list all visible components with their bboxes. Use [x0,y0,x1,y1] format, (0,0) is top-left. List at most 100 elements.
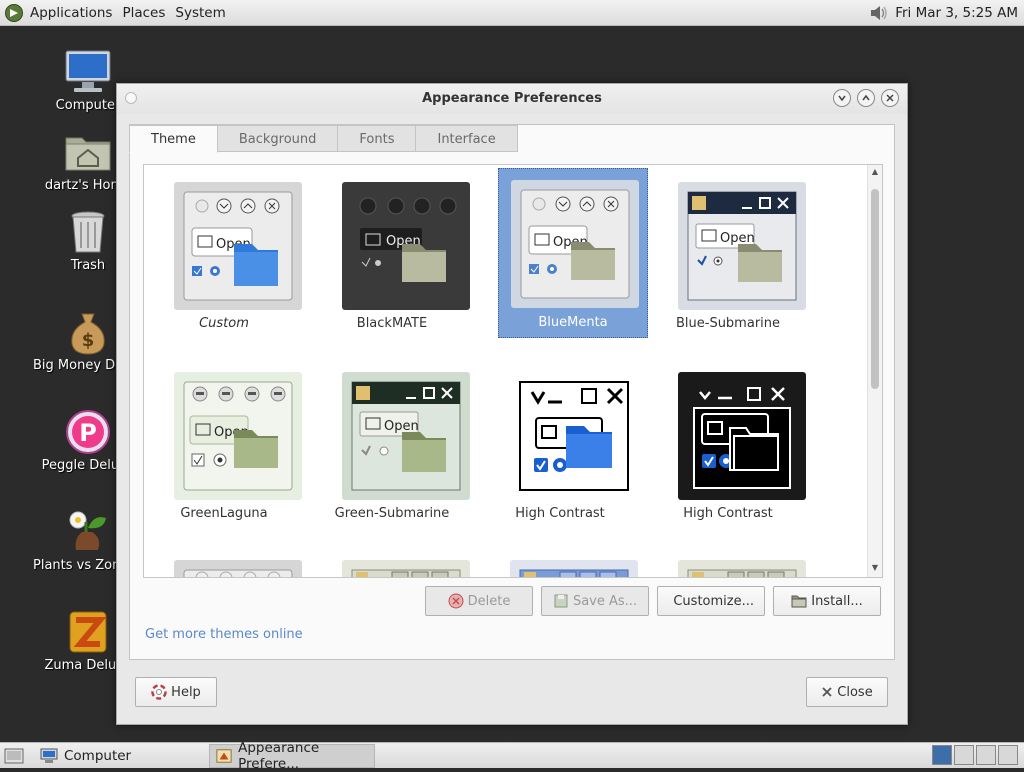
theme-name: BlueMenta [538,315,608,330]
minimize-button[interactable] [833,89,851,107]
theme-item-blackmate[interactable]: Open BlackMATE [317,170,470,340]
window-titlebar[interactable]: Appearance Preferences [117,84,907,114]
taskbar-label: Appearance Prefere... [238,739,320,772]
theme-item-green-submarine[interactable]: Open Green-Submarine [317,360,470,530]
appearance-icon [216,748,232,763]
theme-name: GreenLaguna [180,506,268,521]
maximize-button[interactable] [857,89,875,107]
window-controls [833,89,899,107]
theme-preview [510,560,638,577]
theme-preview [174,560,302,577]
workspace-2[interactable] [954,745,974,765]
save-as-button[interactable]: Save As... [541,586,649,616]
money-bag-icon: $ [71,313,105,355]
taskbar-label: Computer [64,747,132,764]
close-window-button[interactable] [881,89,899,107]
clock[interactable]: Fri Mar 3, 5:25 AM [895,5,1018,21]
scroll-down-arrow-icon[interactable]: ▼ [870,563,880,573]
theme-preview: Open [174,372,302,500]
close-icon [886,94,894,102]
theme-item-high-contrast-inverse[interactable]: High Contrast [653,360,806,530]
zuma-icon [69,611,107,653]
taskbar-item-appearance-preferences[interactable]: Appearance Prefere... [209,740,376,772]
theme-item-row3-4[interactable] [653,550,806,577]
workspace-3[interactable] [976,745,996,765]
chevron-up-icon [862,94,870,101]
theme-preview: Open [678,182,806,310]
delete-button[interactable]: Delete [425,586,533,616]
get-more-themes-link[interactable]: Get more themes online [145,627,303,642]
svg-text:$: $ [82,330,95,351]
svg-text:P: P [79,419,97,447]
theme-list[interactable]: Open Custom Open BlackMATE Open BlueMent… [143,164,883,578]
theme-name: Green-Submarine [334,506,450,521]
window-title: Appearance Preferences [422,91,602,106]
menu-system[interactable]: System [175,5,225,21]
home-folder-icon [65,137,111,171]
theme-name: Custom [199,316,249,331]
edit-icon [668,593,669,609]
trash-icon [71,211,105,253]
theme-name: Blue-Submarine [675,316,781,331]
help-button[interactable]: Help [135,677,217,707]
install-label: Install... [811,593,863,609]
peggle-icon: P [66,410,110,454]
customize-label: Customize... [673,593,754,609]
show-desktop-icon[interactable] [4,747,24,765]
theme-preview [342,560,470,577]
menu-places[interactable]: Places [122,5,165,21]
tab-bar: Theme Background Fonts Interface [129,125,518,153]
volume-icon[interactable] [869,4,889,22]
mate-logo-icon[interactable] [4,3,24,23]
menu-applications[interactable]: Applications [30,5,112,21]
taskbar-item-computer[interactable]: Computer [34,744,137,768]
customize-button[interactable]: Customize... [657,586,765,616]
theme-preview [510,372,638,500]
theme-item-blue-submarine[interactable]: Open Blue-Submarine [653,170,806,340]
top-panel-tray: Fri Mar 3, 5:25 AM [869,0,1018,26]
close-button[interactable]: Close [806,677,888,707]
theme-preview: Open [511,180,639,308]
close-icon [822,687,832,697]
bottom-panel: Computer Appearance Prefere... [0,740,1024,772]
theme-item-bluementa[interactable]: Open BlueMenta [498,168,648,338]
top-panel: Applications Places System Fri Mar 3, 5:… [0,0,1024,26]
tab-fonts[interactable]: Fonts [338,125,417,152]
computer-icon [40,748,58,763]
theme-item-custom[interactable]: Open Custom [149,170,302,340]
tab-interface[interactable]: Interface [416,125,518,152]
delete-icon [448,593,464,609]
theme-item-row3-2[interactable] [317,550,470,577]
theme-preview: Open [342,182,470,310]
delete-label: Delete [467,593,511,609]
theme-list-scrollbar[interactable]: ▲ ▼ [867,165,882,577]
tab-background[interactable]: Background [217,125,339,152]
window-menu-icon[interactable] [125,92,137,104]
theme-item-high-contrast[interactable]: High Contrast [485,360,638,530]
computer-icon [65,50,111,92]
scrollbar-thumb[interactable] [871,189,879,389]
theme-preview: Open [174,182,302,310]
theme-item-row3-1[interactable] [149,550,302,577]
plants-icon [69,511,106,550]
workspace-switcher [932,745,1018,765]
save-as-label: Save As... [572,593,638,609]
thumb-open-label: Open [720,231,755,246]
install-button[interactable]: Install... [773,586,881,616]
theme-preview [678,560,806,577]
help-lifebuoy-icon [151,684,167,700]
theme-name: High Contrast [683,506,773,521]
theme-preview: Open [342,372,470,500]
save-icon [554,594,568,608]
workspace-1[interactable] [932,745,952,765]
scroll-up-arrow-icon[interactable]: ▲ [870,167,880,177]
theme-item-row3-3[interactable] [485,550,638,577]
tab-theme[interactable]: Theme [129,125,218,153]
help-label: Help [171,684,201,700]
workspace-4[interactable] [998,745,1018,765]
theme-name: BlackMATE [356,316,428,331]
thumb-open-label: Open [384,419,419,434]
theme-item-greenlaguna[interactable]: Open GreenLaguna [149,360,302,530]
folder-icon [791,595,807,608]
close-label: Close [837,684,873,700]
